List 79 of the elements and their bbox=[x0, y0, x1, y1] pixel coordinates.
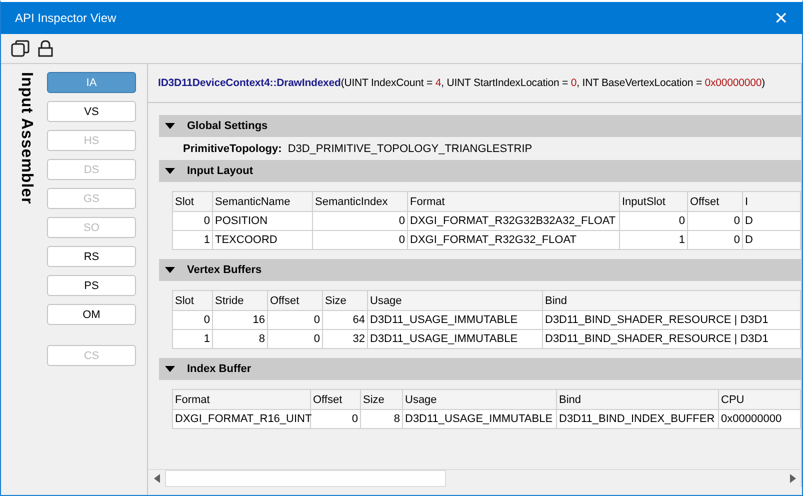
table-cell: DXGI_FORMAT_R16_UINT bbox=[172, 410, 310, 428]
column-header[interactable]: Offset bbox=[268, 290, 322, 310]
table-cell: 0 bbox=[312, 230, 408, 250]
collapse-icon[interactable] bbox=[165, 168, 175, 174]
table-cell: 0 bbox=[620, 212, 688, 230]
scroll-left-icon[interactable] bbox=[154, 474, 160, 483]
column-header[interactable]: Offset bbox=[310, 390, 360, 410]
column-header[interactable]: CPU bbox=[718, 390, 800, 410]
stage-button[interactable]: OM bbox=[47, 304, 136, 325]
section-title: Input Layout bbox=[187, 165, 253, 177]
column-header[interactable]: I bbox=[742, 192, 800, 212]
table-cell: D3D11_USAGE_IMMUTABLE bbox=[368, 310, 542, 330]
table-cell: 0 bbox=[688, 230, 742, 250]
stage-title: Input Assembler bbox=[17, 72, 35, 204]
table-cell: D3D11_BIND_SHADER_RESOURCE | D3D1 bbox=[542, 330, 800, 348]
column-header[interactable]: Format bbox=[172, 390, 310, 410]
collapse-icon[interactable] bbox=[165, 366, 175, 372]
column-header[interactable]: Size bbox=[360, 390, 402, 410]
close-button[interactable]: ✕ bbox=[770, 8, 792, 28]
table-cell: 1 bbox=[620, 230, 688, 250]
property-label: PrimitiveTopology: bbox=[183, 143, 282, 155]
column-header[interactable]: Offset bbox=[688, 192, 742, 212]
column-header[interactable]: Bind bbox=[556, 390, 718, 410]
column-header[interactable]: Stride bbox=[212, 290, 268, 310]
table-cell: 0 bbox=[172, 212, 212, 230]
window-title: API Inspector View bbox=[15, 11, 116, 25]
stage-button[interactable]: PS bbox=[47, 275, 136, 296]
table-cell: 0 bbox=[312, 212, 408, 230]
section-header[interactable]: Input Layout bbox=[159, 160, 801, 182]
table-cell: 0 bbox=[688, 212, 742, 230]
copy-icon[interactable] bbox=[11, 40, 30, 57]
property-value: D3D_PRIMITIVE_TOPOLOGY_TRIANGLESTRIP bbox=[288, 143, 532, 155]
table-cell: 0 bbox=[310, 410, 360, 428]
column-header[interactable]: InputSlot bbox=[620, 192, 688, 212]
section-title: Vertex Buffers bbox=[187, 264, 262, 276]
table-cell: D3D11_USAGE_IMMUTABLE bbox=[368, 330, 542, 348]
table-cell: 8 bbox=[360, 410, 402, 428]
section-title: Index Buffer bbox=[187, 363, 252, 375]
section-header[interactable]: Global Settings bbox=[159, 115, 801, 137]
stage-button[interactable]: VS bbox=[47, 101, 136, 122]
column-header[interactable]: Bind bbox=[542, 290, 800, 310]
table-cell: 8 bbox=[212, 330, 268, 348]
table-cell: POSITION bbox=[212, 212, 312, 230]
table-cell: D3D11_USAGE_IMMUTABLE bbox=[402, 410, 556, 428]
table-cell: TEXCOORD bbox=[212, 230, 312, 250]
table-cell: 0 bbox=[268, 310, 322, 330]
horizontal-scrollbar[interactable] bbox=[148, 469, 802, 487]
table-cell: D bbox=[742, 230, 800, 250]
table-cell: 1 bbox=[172, 330, 212, 348]
lock-icon[interactable] bbox=[38, 40, 53, 57]
table-cell: DXGI_FORMAT_R32G32_FLOAT bbox=[408, 230, 620, 250]
column-header[interactable]: Slot bbox=[172, 290, 212, 310]
table-cell: 64 bbox=[322, 310, 368, 330]
collapse-icon[interactable] bbox=[165, 266, 175, 274]
table-cell: D bbox=[742, 212, 800, 230]
column-header[interactable]: Usage bbox=[368, 290, 542, 310]
collapse-icon[interactable] bbox=[165, 122, 175, 130]
scroll-thumb[interactable] bbox=[165, 470, 446, 487]
table-cell: D3D11_BIND_SHADER_RESOURCE | D3D1 bbox=[542, 310, 800, 330]
table-cell: 0 bbox=[268, 330, 322, 348]
stage-button[interactable]: RS bbox=[47, 246, 136, 267]
function-call: ID3D11DeviceContext4::DrawIndexed(UINT IndexCount = 4, UINT StartIndexLocation = 0, INT BaseVertexLocation = 0x00000000) bbox=[148, 64, 801, 103]
scroll-right-icon[interactable] bbox=[790, 474, 796, 483]
table-cell: DXGI_FORMAT_R32G32B32A32_FLOAT bbox=[408, 212, 620, 230]
table-cell: 16 bbox=[212, 310, 268, 330]
section-header[interactable]: Vertex Buffers bbox=[159, 259, 801, 281]
column-header[interactable]: Slot bbox=[172, 192, 212, 212]
column-header[interactable]: SemanticName bbox=[212, 192, 312, 212]
section-title: Global Settings bbox=[187, 120, 268, 132]
table-cell: 0x00000000 bbox=[718, 410, 800, 428]
table-cell: 0 bbox=[172, 310, 212, 330]
column-header[interactable]: Size bbox=[322, 290, 368, 310]
column-header[interactable]: Format bbox=[408, 192, 620, 212]
table-cell: D3D11_BIND_INDEX_BUFFER bbox=[556, 410, 718, 428]
section-header[interactable]: Index Buffer bbox=[159, 358, 801, 380]
column-header[interactable]: Usage bbox=[402, 390, 556, 410]
table-cell: 32 bbox=[322, 330, 368, 348]
column-header[interactable]: SemanticIndex bbox=[312, 192, 408, 212]
table-cell: 1 bbox=[172, 230, 212, 250]
